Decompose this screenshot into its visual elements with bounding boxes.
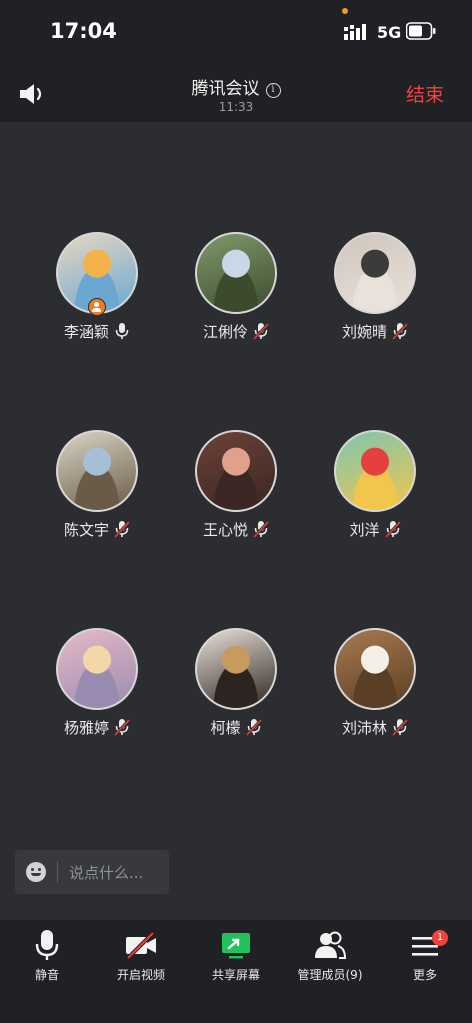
mic-muted-icon [114, 520, 130, 538]
chat-placeholder: 说点什么... [69, 864, 144, 882]
meeting-header: 腾讯会议 i 11:33 结束 [0, 62, 472, 122]
mic-muted-icon [253, 322, 269, 340]
participant-name-row: 刘洋 [305, 518, 445, 540]
participant-name-row: 刘婉晴 [305, 320, 445, 342]
participant-tile[interactable]: 江俐伶 [166, 232, 306, 342]
participant-avatar [334, 430, 416, 512]
battery-icon [406, 22, 436, 40]
participant-tile[interactable]: 陈文宇 [27, 430, 167, 540]
video-off-icon [126, 931, 156, 960]
participant-tile[interactable]: 刘婉晴 [305, 232, 445, 342]
participant-tile[interactable]: 王心悦 [166, 430, 306, 540]
participant-name-row: 陈文宇 [27, 518, 167, 540]
chat-input[interactable]: 说点什么... [15, 850, 169, 894]
microphone-icon [35, 930, 59, 960]
participant-name: 陈文宇 [63, 520, 109, 539]
meeting-duration: 11:33 [218, 100, 254, 114]
mic-muted-icon [392, 718, 408, 736]
emoji-icon[interactable] [26, 862, 46, 882]
participant-name: 刘婉晴 [341, 322, 387, 341]
participant-name: 刘沛林 [341, 718, 387, 737]
start-video-button[interactable]: 开启视频 [94, 928, 188, 983]
status-time: 17:04 [50, 19, 117, 43]
participant-avatar [56, 430, 138, 512]
bottom-toolbar: 静音 开启视频 共享屏幕 管理成员(9) 1 更多 [0, 920, 472, 1023]
mic-muted-icon [245, 718, 262, 736]
participant-avatar [195, 628, 277, 710]
participant-avatar [334, 628, 416, 710]
mic-muted-icon [392, 322, 408, 340]
participant-avatar [195, 232, 277, 314]
participant-name-row: 王心悦 [166, 518, 306, 540]
participant-name-row: 刘沛林 [305, 716, 445, 738]
participant-tile[interactable]: 杨雅婷 [27, 628, 167, 738]
mic-on-icon [115, 323, 129, 339]
participant-name: 江俐伶 [202, 322, 248, 341]
start-video-button-label: 开启视频 [116, 968, 165, 982]
participant-tile[interactable]: 柯檬 [166, 628, 306, 738]
host-badge-icon [88, 298, 106, 316]
manage-members-button[interactable]: 管理成员(9) [283, 928, 377, 983]
share-screen-button[interactable]: 共享屏幕 [189, 928, 283, 983]
more-button-label: 更多 [412, 968, 437, 982]
participant-name: 柯檬 [210, 718, 241, 737]
status-bar: 17:04 5G [0, 0, 472, 62]
participant-name-row: 杨雅婷 [27, 716, 167, 738]
mic-muted-icon [384, 520, 401, 538]
info-icon[interactable]: i [265, 83, 281, 98]
network-type: 5G [377, 23, 402, 42]
mic-muted-icon [114, 718, 130, 736]
meeting-title[interactable]: 腾讯会议 i [0, 74, 472, 99]
participant-avatar [56, 628, 138, 710]
participant-name: 杨雅婷 [63, 718, 109, 737]
participant-avatar [334, 232, 416, 314]
manage-members-button-label: 管理成员(9) [297, 968, 363, 982]
members-icon [315, 931, 346, 959]
chat-divider [57, 861, 58, 883]
recording-indicator-dot [342, 8, 348, 14]
participant-name-row: 江俐伶 [166, 320, 306, 342]
meeting-title-text: 腾讯会议 [191, 79, 260, 99]
participant-name: 王心悦 [202, 520, 248, 539]
participant-name: 刘洋 [349, 520, 380, 539]
participant-tile[interactable]: 刘洋 [305, 430, 445, 540]
cellular-signal-icon [344, 24, 366, 40]
more-button[interactable]: 1 更多 [378, 928, 472, 983]
participant-avatar [195, 430, 277, 512]
participant-name-row: 柯檬 [166, 716, 306, 738]
end-meeting-button[interactable]: 结束 [406, 80, 444, 107]
mute-button-label: 静音 [34, 968, 59, 982]
mic-muted-icon [253, 520, 269, 538]
participant-tile[interactable]: 李涵颖 [27, 232, 167, 342]
participant-tile[interactable]: 刘沛林 [305, 628, 445, 738]
participant-name-row: 李涵颖 [27, 320, 167, 342]
share-screen-button-label: 共享屏幕 [211, 968, 260, 982]
participant-name: 李涵颖 [63, 322, 109, 341]
notification-badge: 1 [432, 930, 448, 946]
share-screen-icon [222, 933, 250, 959]
mute-button[interactable]: 静音 [0, 928, 94, 983]
